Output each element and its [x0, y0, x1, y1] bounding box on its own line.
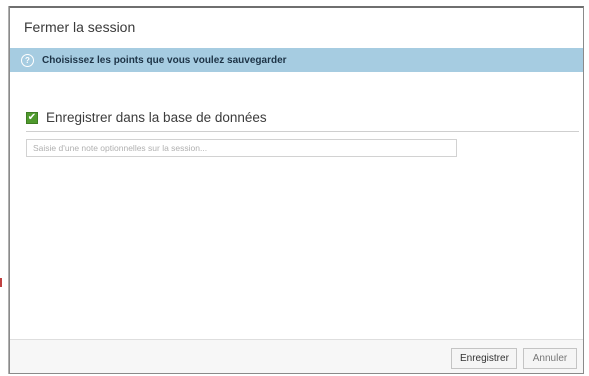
info-circle-icon: ? — [21, 53, 34, 67]
dialog-titlebar: Fermer la session — [10, 8, 583, 46]
dialog-footer: Enregistrer Annuler — [10, 339, 583, 373]
save-to-database-checkbox[interactable]: ✔ — [26, 111, 38, 124]
info-banner: ? Choisissez les points que vous voulez … — [10, 48, 583, 72]
cancel-button[interactable]: Annuler — [523, 348, 577, 369]
option-separator — [26, 131, 579, 132]
session-note-input[interactable] — [26, 139, 457, 157]
save-to-database-label[interactable]: Enregistrer dans la base de données — [46, 110, 267, 125]
dialog-title: Fermer la session — [24, 19, 136, 35]
info-banner-text: Choisissez les points que vous voulez sa… — [42, 54, 287, 66]
save-button[interactable]: Enregistrer — [451, 348, 517, 369]
background-window-edge — [0, 278, 2, 287]
save-to-database-option[interactable]: ✔ Enregistrer dans la base de données — [26, 110, 267, 125]
close-session-dialog: Fermer la session ? Choisissez les point… — [9, 6, 584, 374]
